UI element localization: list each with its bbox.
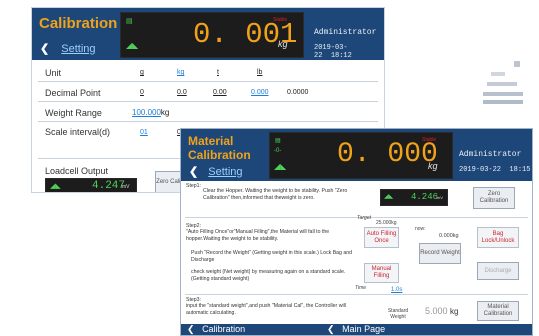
zero-indicator-icon: ◢◣ — [126, 41, 139, 50]
unit-option-lb[interactable]: lb — [257, 69, 262, 76]
loadcell-value: 4.246 — [411, 192, 439, 202]
manual-filling-button[interactable]: Manual Filling — [364, 263, 399, 283]
page-title-line1: Material — [188, 134, 234, 148]
time: 18:12 — [330, 52, 352, 60]
weight-unit: kg — [278, 39, 288, 49]
decimal-option-0-000[interactable]: 0.000 — [251, 89, 269, 96]
footer-main-page-label: Main Page — [342, 324, 386, 334]
decorative-grid — [487, 82, 517, 86]
time-label: Time — [355, 285, 367, 291]
decorative-grid — [483, 92, 523, 96]
footer-main-page[interactable]: ❮ Main Page — [327, 324, 385, 335]
material-calibration-screen: Material Calibration ❮ Setting ▤ -0- ◢◣ … — [180, 128, 533, 336]
page-title-line2: Calibration — [188, 148, 251, 162]
zero-indicator-icon: ◢◣ — [384, 194, 394, 200]
loadcell-mini-display: ◢◣ 4.246 mV — [380, 189, 448, 206]
date-time: 2019-03-22 18:15 — [459, 166, 530, 174]
back-setting-label: Setting — [208, 166, 243, 178]
record-weight-button[interactable]: Record Weight — [419, 243, 461, 264]
date: 2019-03-22 — [459, 166, 502, 174]
unit-option-kg[interactable]: kg — [177, 69, 184, 76]
loadcell-display: ◢◣ 4.247 mV — [45, 178, 137, 192]
material-header: Material Calibration ❮ Setting ▤ -0- ◢◣ … — [181, 129, 532, 181]
decimal-option-0-00[interactable]: 0.00 — [213, 89, 227, 96]
scale-icon: ▤ — [126, 18, 133, 25]
time-value[interactable]: 1.0s — [391, 287, 402, 293]
weight-range-value: 100.000 — [132, 108, 161, 117]
unit-option-t[interactable]: t — [217, 69, 219, 76]
step2-text-3: check weight (Net weight) by measuring a… — [191, 269, 346, 282]
footer-back-calibration[interactable]: ❮ Calibration — [187, 324, 245, 335]
loadcell-output-label: Loadcell Output — [45, 166, 109, 176]
target-label: Target — [357, 215, 371, 221]
discharge-button[interactable]: Discharge — [477, 262, 519, 280]
decimal-option-0-0000[interactable]: 0.0000 — [287, 89, 308, 96]
decimal-point-label: Decimal Point — [45, 88, 101, 98]
standard-weight-label: Standard Weight — [387, 308, 409, 320]
back-setting-button[interactable]: ❮ Setting — [189, 165, 243, 178]
chevron-left-icon: ❮ — [40, 43, 50, 55]
back-setting-button[interactable]: ❮ Setting — [40, 42, 96, 55]
now-value: 0.000kg — [439, 233, 459, 239]
decimal-option-0-0[interactable]: 0.0 — [177, 89, 187, 96]
material-calibration-button[interactable]: Material Calibration — [477, 301, 519, 321]
weight-display: ▤ ◢◣ Stable 0. 001 kg — [120, 12, 304, 58]
calibration-header: Calibration ❮ Setting ▤ ◢◣ Stable 0. 001… — [32, 8, 384, 60]
standard-weight-field[interactable]: 5.000 kg — [425, 306, 459, 316]
scale-interval-label: Scale interval(d) — [45, 127, 111, 137]
date-time: 2019-03-22 18:12 — [314, 44, 384, 60]
unit-label: Unit — [45, 68, 62, 78]
step2-text-2: Push "Record the Weight" (Getting weight… — [191, 250, 353, 263]
loadcell-value: 4.247 — [92, 180, 126, 192]
scale-icon: ▤ — [275, 138, 281, 144]
chevron-left-icon: ❮ — [187, 324, 195, 334]
user-name: Administrator — [459, 150, 522, 159]
step2-text-1: "Auto Filling Once"or"Manual Filling",th… — [186, 229, 330, 242]
weight-range-unit: kg — [160, 108, 170, 117]
now-label: now: — [415, 226, 426, 232]
standard-weight-unit: kg — [450, 307, 459, 316]
target-value[interactable]: 25.000kg — [376, 220, 397, 226]
step1-text: Clear the Hopper. Waiting the weight to … — [203, 188, 348, 201]
interval-option-01[interactable]: 01 — [140, 129, 148, 136]
auto-filling-once-button[interactable]: Auto Filling Once — [364, 227, 399, 248]
zero-indicator-icon: ◢◣ — [50, 183, 61, 190]
loadcell-unit: mV — [122, 184, 130, 190]
weight-range-label: Weight Range — [45, 108, 102, 118]
decorative-grid — [491, 72, 505, 76]
unit-option-g[interactable]: g — [140, 69, 144, 76]
standard-weight-value: 5.000 — [425, 306, 448, 316]
divider — [38, 81, 378, 82]
step1-title: Step1: — [186, 183, 201, 189]
chevron-left-icon: ❮ — [327, 324, 335, 334]
footer-nav: ❮ Calibration ❮ Main Page — [181, 324, 532, 335]
decorative-grid — [514, 61, 520, 67]
net-indicator-icon: ◢◣ — [274, 162, 287, 171]
divider — [38, 101, 378, 102]
divider — [38, 121, 378, 122]
weight-unit: kg — [428, 161, 438, 171]
zero-indicator-icon: -0- — [274, 148, 282, 154]
weight-range-field[interactable]: 100.000kg — [132, 108, 169, 117]
zero-calibration-button[interactable]: Zero Calibration — [473, 187, 515, 209]
weight-value: 0. 000 — [337, 139, 438, 170]
weight-display: ▤ -0- ◢◣ Stable 0. 000 kg — [269, 132, 453, 179]
decorative-grid — [483, 100, 523, 104]
user-name: Administrator — [314, 28, 377, 37]
footer-calibration-label: Calibration — [202, 324, 246, 334]
step3-text: input the "standard weight",and push "Ma… — [186, 303, 346, 316]
chevron-left-icon: ❮ — [189, 166, 199, 178]
decimal-option-0[interactable]: 0 — [140, 89, 144, 96]
page-title: Calibration — [39, 15, 118, 32]
back-setting-label: Setting — [61, 43, 96, 55]
time: 18:15 — [509, 166, 531, 174]
bag-lock-unlock-button[interactable]: Bag Lock/Unlock — [477, 227, 519, 248]
loadcell-unit: mV — [437, 195, 443, 200]
divider — [185, 294, 528, 295]
